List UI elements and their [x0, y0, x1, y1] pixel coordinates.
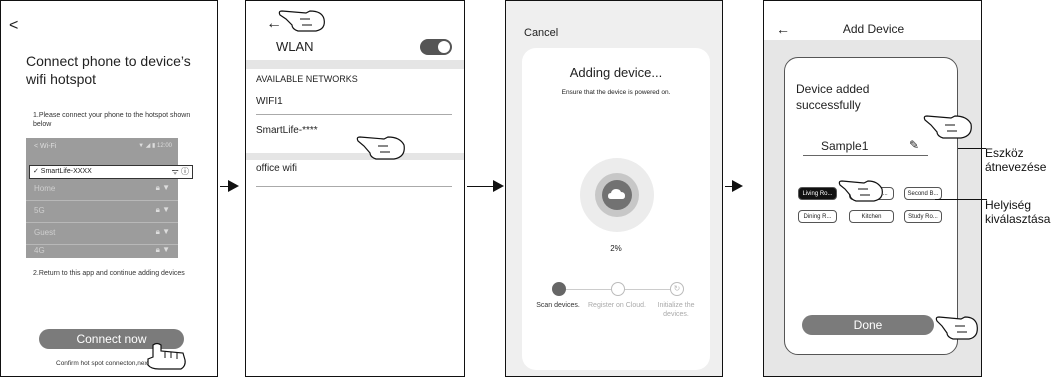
pointing-hand-icon	[276, 7, 328, 35]
network-item-wifi1[interactable]: WIFI1	[256, 89, 452, 115]
status-bar-icons: ▼ ◢ ▮ 12:00	[138, 143, 172, 149]
wifi-row-name: Home	[34, 184, 56, 193]
pointing-hand-icon	[354, 133, 408, 163]
cloud-badge	[595, 173, 639, 217]
flow-arrow-icon	[228, 180, 239, 192]
wifi-row: Home 🔒︎ ▼	[26, 178, 178, 201]
done-button[interactable]: Done	[802, 315, 934, 335]
wifi-lock-icon: 🔒︎ ▼	[155, 245, 170, 254]
screen-wlan: ← WLAN AVAILABLE NETWORKS WIFI1 SmartLif…	[245, 0, 465, 377]
edit-pencil-icon[interactable]: ✎	[909, 138, 919, 152]
pointing-hand-icon	[836, 177, 886, 205]
page-title: Add Device	[842, 22, 905, 36]
cancel-link[interactable]: Cancel	[524, 27, 558, 39]
flow-arrow-icon	[732, 180, 743, 192]
page-title: Connect phone to device’s wifi hotspot	[26, 53, 191, 87]
section-label: AVAILABLE NETWORKS	[256, 74, 358, 84]
step-label-scan: Scan devices.	[536, 302, 580, 309]
wifi-row: 5G 🔒︎ ▼	[26, 200, 178, 223]
flow-arrow-line	[467, 186, 495, 187]
selected-network-name: ✓ SmartLife-XXXX	[33, 168, 92, 175]
progress-percent: 2%	[610, 244, 622, 253]
room-chip-living[interactable]: Living Ro...	[798, 187, 837, 200]
back-icon[interactable]: <	[9, 17, 18, 35]
wlan-toggle[interactable]	[420, 39, 452, 55]
room-chip-study[interactable]: Study Ro...	[904, 210, 942, 223]
callout-rename: Eszköz átnevezése	[985, 146, 1047, 174]
page-title: WLAN	[276, 39, 314, 54]
flow-arrow-icon	[493, 180, 504, 192]
screen-adding-device: Cancel Adding device... Ensure that the …	[505, 0, 723, 377]
step-label-register: Register on Cloud.	[588, 302, 646, 309]
wifi-row-name: 5G	[34, 206, 45, 215]
device-added-card: Device added successfully Sample1 ✎ Livi…	[784, 57, 958, 355]
wifi-row: Guest 🔒︎ ▼	[26, 222, 178, 245]
confirm-footnote: Confirm hot spot connecton,next	[56, 360, 150, 367]
pointing-hand-icon	[921, 112, 975, 142]
wifi-row: 4G 🔒︎ ▼	[26, 244, 178, 258]
wifi-row-name: 4G	[34, 246, 45, 255]
adding-title: Adding device...	[569, 65, 663, 80]
cloud-step-icon	[611, 282, 625, 296]
cloud-icon	[602, 180, 632, 210]
wifi-list-illustration: < Wi-Fi ▼ ◢ ▮ 12:00 Home 🔒︎ ▼ 5G 🔒︎ ▼ Gues…	[26, 138, 178, 258]
callout-line-room	[935, 199, 987, 200]
progress-card: Adding device... Ensure that the device …	[522, 48, 710, 370]
adding-subtitle: Ensure that the device is powered on.	[561, 89, 671, 96]
room-chip-kitchen[interactable]: Kitchen	[849, 210, 894, 223]
wifi-info-icon: ᯤ ⓘ	[171, 167, 189, 176]
wifi-header-label: < Wi-Fi	[34, 143, 57, 150]
callout-line-rename	[958, 148, 986, 149]
device-name: Sample1	[821, 139, 869, 153]
wifi-lock-icon: 🔒︎ ▼	[155, 227, 170, 236]
instruction-step-1: 1.Please connect your phone to the hotsp…	[33, 112, 191, 128]
pointing-hand-icon	[933, 313, 981, 343]
wifi-lock-icon: 🔒︎ ▼	[155, 183, 170, 192]
scan-step-icon	[552, 282, 566, 296]
screen-connect-hotspot: < Connect phone to device’s wifi hotspot…	[0, 0, 218, 377]
selected-network-row: ✓ SmartLife-XXXX ᯤ ⓘ	[29, 165, 193, 179]
section-divider	[246, 60, 464, 69]
step-label-initialize: Initialize the devices.	[657, 302, 695, 318]
wifi-lock-icon: 🔒︎ ▼	[155, 205, 170, 214]
callout-room: Helyiség kiválasztása	[985, 198, 1051, 226]
row-divider	[256, 186, 452, 187]
success-message: Device added successfully	[796, 82, 870, 112]
pointing-hand-icon	[143, 341, 189, 371]
wifi-row-name: Guest	[34, 228, 56, 237]
toggle-knob	[438, 41, 450, 53]
screen-add-device: ← Add Device Device added successfully S…	[763, 0, 982, 377]
room-chip-dining[interactable]: Dining R...	[798, 210, 837, 223]
name-underline	[803, 155, 928, 156]
refresh-step-icon: ↻	[670, 282, 684, 296]
instruction-step-2: 2.Return to this app and continue adding…	[33, 270, 185, 277]
